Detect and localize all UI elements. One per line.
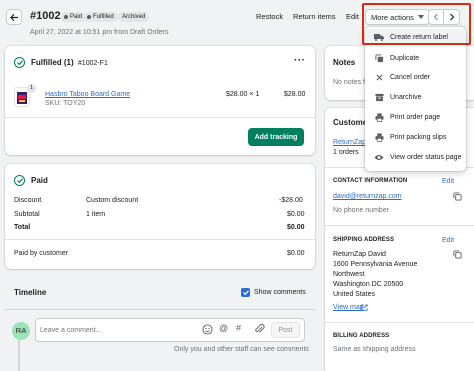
comment-visibility-note: Only you and other staff can see comment… [174,346,309,353]
emoji-icon[interactable] [202,324,213,337]
copy-address-icon[interactable] [453,250,462,261]
total-amount: $0.00 [287,224,305,231]
address-line: Northwest [333,271,365,278]
filled-dot-icon [64,15,68,19]
billing-address-text: Same as shipping address [333,346,416,353]
timeline-line [18,340,20,371]
edit-shipping-link[interactable]: Edit [442,237,454,244]
view-map-link[interactable]: View map [333,304,364,311]
divider [5,239,315,240]
arrow-left-icon [9,13,18,21]
address-line: United States [333,291,376,298]
highlight-box [362,3,471,45]
product-price: $28.00 × 1 [226,91,260,98]
eye-icon [374,152,384,162]
shipping-address-title: SHIPPING ADDRESS [333,237,395,243]
paid-by-customer-label: Paid by customer [14,250,69,257]
fulfillment-menu-icon[interactable]: ··· [294,55,306,66]
divider [5,309,315,310]
show-comments-label: Show comments [254,289,306,296]
customer-phone: No phone number [333,207,390,214]
menu-item-cancel-order[interactable]: Cancel order [365,69,466,85]
fulfilled-title: Fulfilled (1) #1002-F1 [31,58,108,67]
total-label: Total [14,224,31,231]
discount-label: Discount [14,197,42,204]
divider [5,117,315,118]
more-actions-menu: Create return label Duplicate Cancel ord… [365,27,466,171]
page-title: #1002 [30,10,61,22]
discount-desc: Custom discount [86,197,139,204]
product-total: $28.00 [284,91,306,98]
address-line: Washington DC 20500 [333,281,404,288]
menu-item-unarchive[interactable]: Unarchive [365,89,466,105]
copy-icon[interactable] [453,192,462,203]
close-icon [374,72,384,82]
customer-orders: 1 orders [333,149,359,156]
add-tracking-button[interactable]: Add tracking [248,128,304,146]
paid-check-icon [14,175,25,186]
subtotal-label: Subtotal [14,211,40,218]
unarchive-icon [374,92,384,102]
product-sku: SKU: TOY20 [45,100,86,107]
board-game-image-icon [17,92,27,104]
notes-title: Notes [333,58,356,67]
print-icon [374,112,384,122]
post-button[interactable]: Post [271,322,300,338]
discount-amount: -$28.00 [279,197,303,204]
subtotal-desc: 1 item [86,211,106,218]
back-button[interactable] [6,9,22,25]
restock-button[interactable]: Restock [256,12,283,21]
show-comments-checkbox[interactable] [241,288,250,297]
customer-email-link[interactable]: david@returnzap.com [333,193,402,200]
contact-info-title: CONTACT INFORMATION [333,178,408,184]
subtotal-amount: $0.00 [287,211,305,218]
address-line: 1600 Pennsylvania Avenue [333,261,418,268]
external-link-icon [361,304,368,313]
filled-dot-icon [87,15,91,19]
menu-item-print-order-page[interactable]: Print order page [365,109,466,125]
status-badge-fulfilled: Fulfilled [84,12,118,22]
return-items-button[interactable]: Return items [293,12,336,21]
divider [325,225,474,226]
notes-text: No notes fr [333,79,368,86]
menu-item-view-order-status-page[interactable]: View order status page [365,149,466,165]
edit-contact-link[interactable]: Edit [442,178,454,185]
edit-button[interactable]: Edit [346,12,359,21]
fulfillment-id: #1002-F1 [77,60,108,67]
divider [325,322,474,323]
avatar: RA [12,322,30,340]
hashtag-icon[interactable]: # [236,323,241,333]
duplicate-icon [374,53,384,63]
fulfilled-check-icon [14,57,25,68]
order-subtitle: April 27, 2022 at 10:51 pm from Draft Or… [30,29,169,36]
attachment-icon[interactable] [254,324,265,337]
paid-by-customer-amount: $0.00 [287,250,305,257]
customer-name-link[interactable]: ReturnZap [333,139,366,146]
timeline-title: Timeline [14,288,47,297]
print-icon [374,132,384,142]
address-line: ReturnZap David [333,251,386,258]
mention-icon[interactable]: @ [219,323,228,333]
product-name-link[interactable]: Hasbro Taboo Board Game [45,91,130,98]
comment-input[interactable] [40,323,190,337]
billing-address-title: BILLING ADDRESS [333,333,390,339]
menu-item-print-packing-slips[interactable]: Print packing slips [365,129,466,145]
paid-title: Paid [31,176,48,185]
quantity-badge: 1 [27,84,36,93]
status-badge-archived: Archived [118,12,150,22]
status-badge-paid: Paid [61,12,87,22]
checkmark-icon [242,290,249,295]
menu-item-duplicate[interactable]: Duplicate [365,50,466,66]
